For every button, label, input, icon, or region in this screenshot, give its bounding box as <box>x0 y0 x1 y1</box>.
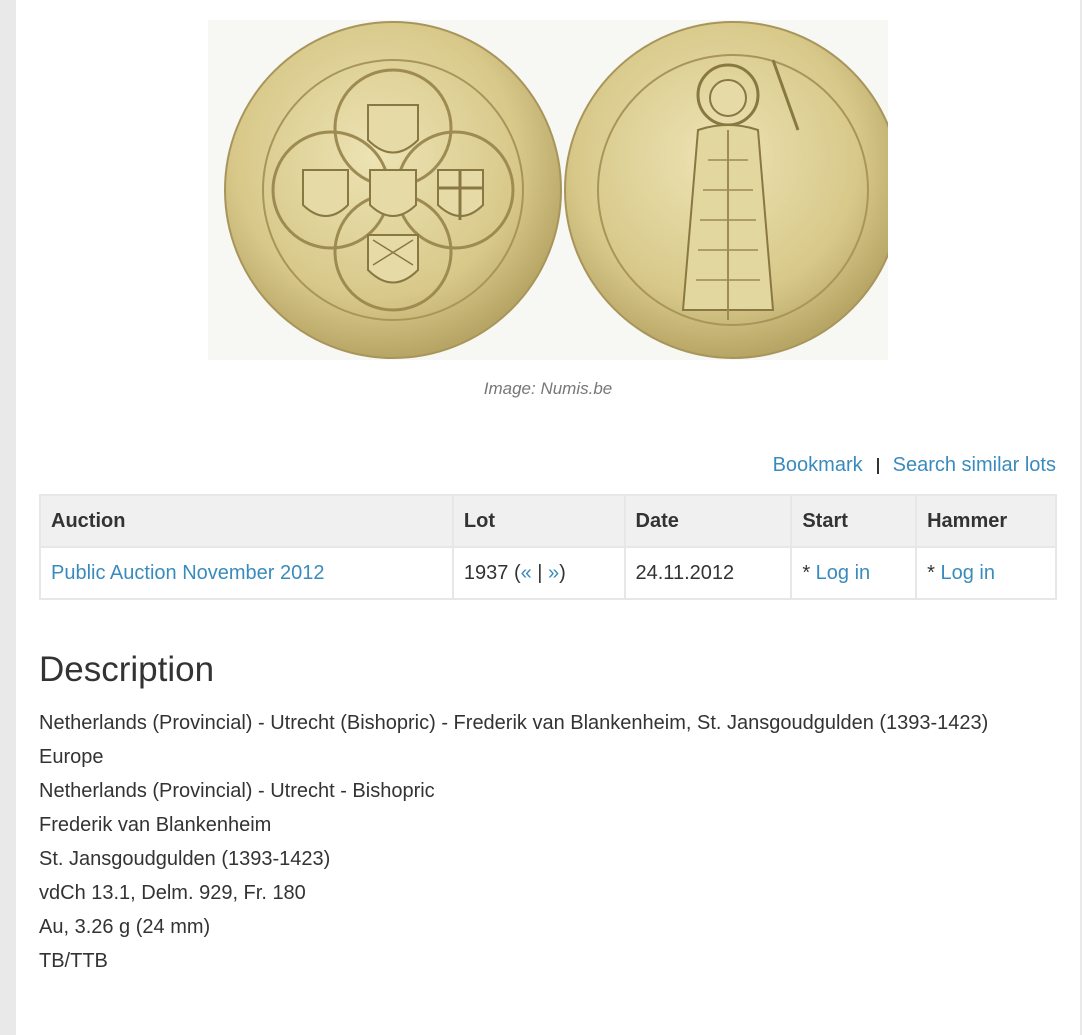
lot-paren-close: ) <box>559 561 566 584</box>
coin-image[interactable] <box>208 20 888 360</box>
lot-nav-separator: | <box>531 561 549 584</box>
previous-lot-link[interactable]: « <box>521 562 532 584</box>
cell-start: * Log in <box>790 546 918 600</box>
description-heading: Description <box>39 650 215 689</box>
header-lot: Lot <box>451 494 626 548</box>
hammer-login-link[interactable]: Log in <box>940 562 995 584</box>
header-start: Start <box>790 494 918 548</box>
coin-reverse <box>564 21 888 359</box>
action-separator <box>876 457 879 474</box>
description-line: TB/TTB <box>39 950 108 972</box>
coin-illustration <box>224 21 888 359</box>
start-login-link[interactable]: Log in <box>816 562 871 584</box>
lot-paren-open: ( <box>508 561 521 584</box>
header-auction: Auction <box>39 494 454 548</box>
next-lot-link[interactable]: » <box>548 562 559 584</box>
description-line: Au, 3.26 g (24 mm) <box>39 916 211 938</box>
header-date: Date <box>623 494 793 548</box>
coin-obverse <box>224 21 562 359</box>
description-body: Netherlands (Provincial) - Utrecht (Bish… <box>39 706 1057 978</box>
cell-auction: Public Auction November 2012 <box>39 546 454 600</box>
description-line: vdCh 13.1, Delm. 929, Fr. 180 <box>39 882 306 904</box>
table-header-row: Auction Lot Date Start Hammer <box>39 494 1057 548</box>
description-line: Europe <box>39 746 104 768</box>
description-line: St. Jansgoudgulden (1393-1423) <box>39 848 331 870</box>
image-caption: Image: Numis.be <box>483 379 613 398</box>
description-line: Netherlands (Provincial) - Utrecht - Bis… <box>39 780 435 802</box>
table-row: Public Auction November 2012 1937 (« | »… <box>39 546 1057 600</box>
auction-table: Auction Lot Date Start Hammer Public Auc… <box>39 494 1057 600</box>
start-prefix: * <box>802 561 816 584</box>
bookmark-link[interactable]: Bookmark <box>773 454 863 477</box>
auction-link[interactable]: Public Auction November 2012 <box>51 562 325 584</box>
cell-lot: 1937 (« | ») <box>451 546 626 600</box>
cell-hammer: * Log in <box>915 546 1057 600</box>
lot-number: 1937 <box>463 561 509 584</box>
description-line: Frederik van Blankenheim <box>39 814 272 836</box>
header-hammer: Hammer <box>915 494 1057 548</box>
lot-actions: Bookmark Search similar lots <box>773 454 1056 477</box>
description-line: Netherlands (Provincial) - Utrecht (Bish… <box>39 712 989 734</box>
cell-date: 24.11.2012 <box>623 546 793 600</box>
search-similar-lots-link[interactable]: Search similar lots <box>893 454 1056 477</box>
hammer-prefix: * <box>927 561 941 584</box>
lot-page: Image: Numis.be Bookmark Search similar … <box>16 0 1080 1035</box>
